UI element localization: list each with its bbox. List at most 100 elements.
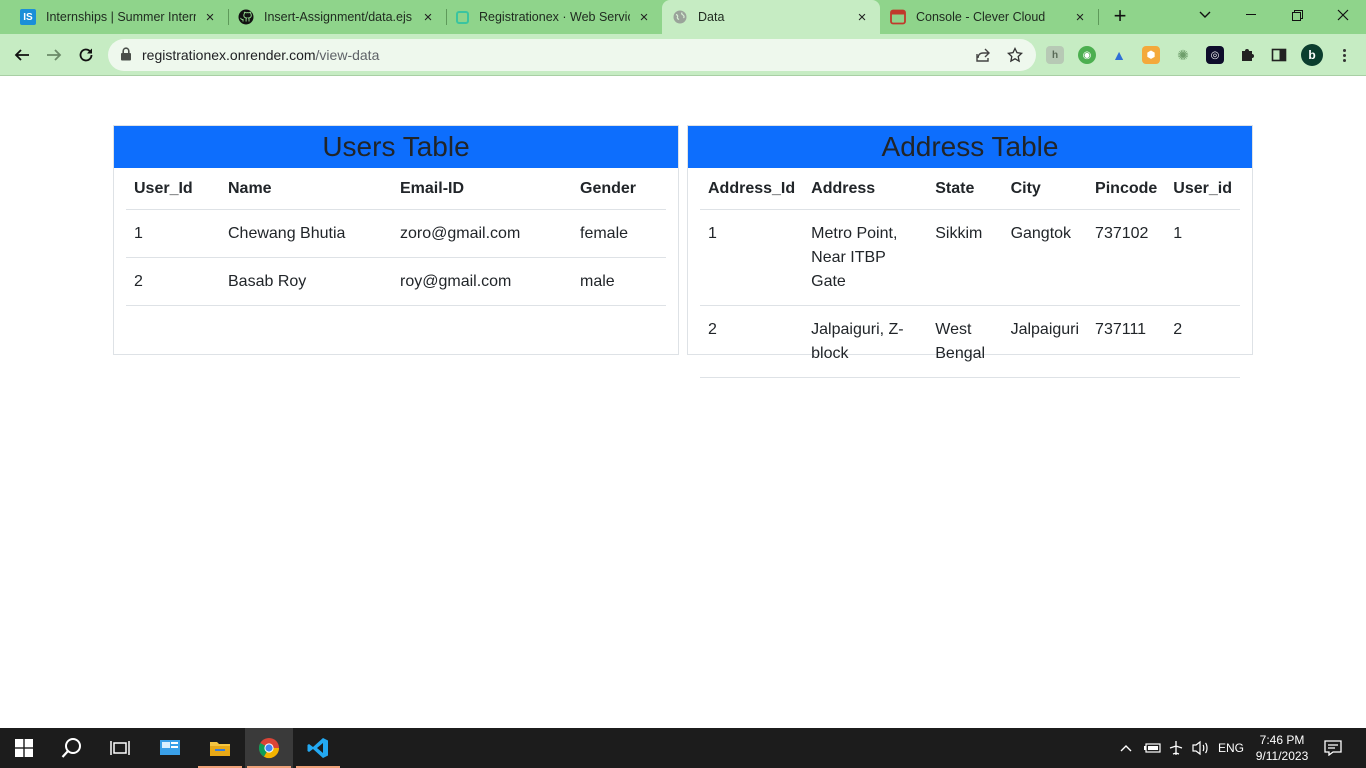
github-icon — [238, 9, 254, 25]
battery-icon[interactable] — [1144, 728, 1162, 768]
side-panel-icon[interactable] — [1270, 46, 1288, 64]
cell-email: roy@gmail.com — [392, 257, 572, 306]
address-bar[interactable]: registrationex.onrender.com/view-data — [108, 39, 1036, 71]
extension-react-icon[interactable]: ✺ — [1174, 46, 1192, 64]
new-tab-button[interactable]: + — [1108, 5, 1132, 29]
volume-icon[interactable] — [1192, 728, 1210, 768]
clock-time: 7:46 PM — [1259, 733, 1305, 747]
share-icon[interactable] — [974, 46, 992, 64]
extension-robot-icon[interactable]: ◉ — [1078, 46, 1096, 64]
tab-clever-cloud[interactable]: Console - Clever Cloud × — [880, 0, 1098, 34]
control-panel-icon[interactable] — [146, 728, 194, 768]
browser-menu-icon[interactable] — [1336, 44, 1352, 66]
table-header-row: User_Id Name Email-ID Gender — [126, 168, 666, 210]
table-row: 2 Basab Roy roy@gmail.com male — [126, 257, 666, 306]
cell-user-id: 1 — [1165, 209, 1240, 306]
users-table-title: Users Table — [114, 126, 678, 168]
tab-data[interactable]: Data × — [662, 0, 880, 34]
tab-github[interactable]: Insert-Assignment/data.ejs at main × — [228, 0, 446, 34]
close-icon[interactable]: × — [854, 9, 870, 26]
tab-internshala[interactable]: IS Internships | Summer Internships × — [10, 0, 228, 34]
back-button[interactable] — [8, 41, 36, 69]
close-icon[interactable]: × — [420, 9, 436, 26]
show-hidden-icons-chevron-icon[interactable] — [1120, 728, 1132, 768]
extension-hexagon-icon[interactable]: ⬢ — [1142, 46, 1160, 64]
column-header-pincode: Pincode — [1087, 168, 1166, 210]
minimize-button[interactable] — [1228, 0, 1274, 30]
extension-h-icon[interactable]: h — [1046, 46, 1064, 64]
table-row: 2 Jalpaiguri, Z-block West Bengal Jalpai… — [700, 305, 1240, 378]
browser-toolbar: registrationex.onrender.com/view-data h … — [0, 34, 1366, 76]
close-icon[interactable]: × — [202, 9, 218, 26]
table-row: 1 Metro Point, Near ITBP Gate Sikkim Gan… — [700, 209, 1240, 306]
close-icon[interactable]: × — [636, 9, 652, 26]
globe-icon — [672, 9, 688, 25]
cell-address: Jalpaiguri, Z-block — [803, 305, 928, 378]
column-header-city: City — [1002, 168, 1088, 210]
system-clock[interactable]: 7:46 PM 9/11/2023 — [1250, 732, 1314, 764]
clever-cloud-icon — [890, 9, 906, 25]
cell-city: Jalpaiguri — [1002, 305, 1088, 378]
column-header-address: Address — [803, 168, 928, 210]
cell-city: Gangtok — [1002, 209, 1088, 306]
page-content: Users Table User_Id Name Email-ID Gender… — [0, 77, 1366, 728]
cell-state: West Bengal — [927, 305, 1003, 378]
tab-strip: IS Internships | Summer Internships × In… — [0, 0, 1366, 34]
tab-title: Data — [698, 10, 725, 24]
cell-user-id: 1 — [126, 209, 220, 258]
table-row: 1 Chewang Bhutia zoro@gmail.com female — [126, 209, 666, 258]
column-header-name: Name — [220, 168, 392, 210]
close-window-button[interactable] — [1320, 0, 1366, 30]
restore-button[interactable] — [1274, 0, 1320, 30]
tab-separator — [1098, 9, 1099, 25]
cell-name: Basab Roy — [220, 257, 392, 306]
search-icon[interactable] — [48, 728, 96, 768]
cell-pincode: 737102 — [1087, 209, 1166, 306]
tab-title: Insert-Assignment/data.ejs at main — [264, 10, 414, 24]
lock-icon[interactable] — [120, 47, 132, 66]
cell-email: zoro@gmail.com — [392, 209, 572, 258]
cell-gender: female — [572, 209, 666, 258]
close-icon[interactable]: × — [1072, 9, 1088, 26]
clock-date: 9/11/2023 — [1255, 749, 1309, 763]
bookmark-star-icon[interactable] — [1006, 46, 1024, 64]
cell-user-id: 2 — [126, 257, 220, 306]
task-view-icon[interactable] — [96, 728, 144, 768]
column-header-address-id: Address_Id — [700, 168, 804, 210]
tab-title: Internships | Summer Internships — [46, 10, 196, 24]
table-header-row: Address_Id Address State City Pincode Us… — [700, 168, 1240, 210]
url-text[interactable]: registrationex.onrender.com/view-data — [142, 47, 379, 63]
file-explorer-icon[interactable] — [196, 728, 244, 768]
tab-search-chevron-icon[interactable] — [1182, 0, 1228, 30]
chrome-icon[interactable] — [245, 728, 293, 768]
address-table-title: Address Table — [688, 126, 1252, 168]
internshala-icon: IS — [20, 9, 36, 25]
forward-button[interactable] — [40, 41, 68, 69]
tab-title: Console - Clever Cloud — [916, 10, 1046, 24]
cell-address-id: 1 — [700, 209, 804, 306]
extension-graduation-cap-icon[interactable]: ▲ — [1110, 46, 1128, 64]
column-header-state: State — [927, 168, 1003, 210]
extensions-puzzle-icon[interactable] — [1238, 46, 1256, 64]
column-header-email: Email-ID — [392, 168, 572, 210]
airplane-mode-icon[interactable] — [1168, 728, 1184, 768]
column-header-user-id: User_Id — [126, 168, 220, 210]
address-table-card: Address Table Address_Id Address State C… — [687, 125, 1253, 378]
cell-state: Sikkim — [927, 209, 1003, 306]
users-table: User_Id Name Email-ID Gender 1 Chewang B… — [126, 168, 666, 306]
url-path: /view-data — [315, 47, 380, 63]
tab-render[interactable]: Registrationex · Web Service × — [446, 0, 662, 34]
render-icon — [456, 10, 469, 24]
language-indicator[interactable]: ENG — [1218, 728, 1244, 768]
profile-avatar[interactable]: b — [1301, 44, 1323, 66]
reload-button[interactable] — [72, 41, 100, 69]
cell-address: Metro Point, Near ITBP Gate — [803, 209, 928, 306]
notifications-icon[interactable] — [1324, 728, 1342, 768]
start-button[interactable] — [0, 728, 48, 768]
extension-dark-icon[interactable]: ◎ — [1206, 46, 1224, 64]
tab-title: Registrationex · Web Service — [479, 10, 630, 24]
vscode-icon[interactable] — [294, 728, 342, 768]
windows-taskbar: ENG 7:46 PM 9/11/2023 — [0, 728, 1366, 768]
column-header-gender: Gender — [572, 168, 666, 210]
cell-name: Chewang Bhutia — [220, 209, 392, 258]
